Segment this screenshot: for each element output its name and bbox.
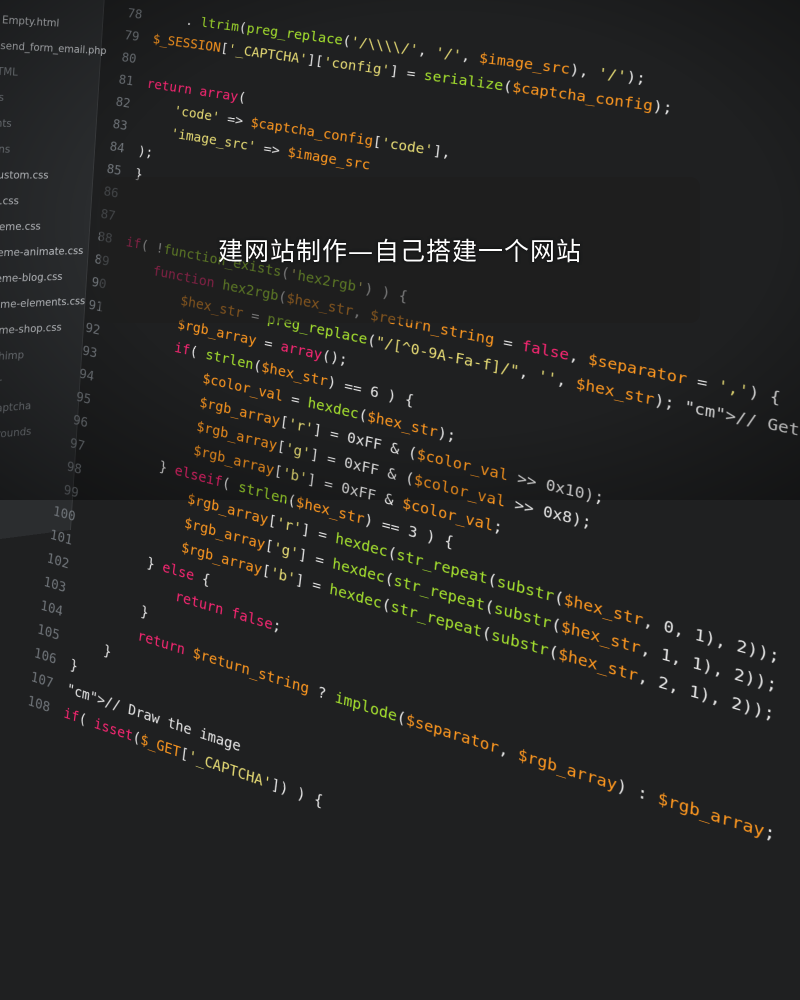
sidebar-file-item[interactable]: send_form_email.php	[0, 39, 107, 57]
title-banner: 建网站制作—自己搭建一个网站	[100, 177, 700, 323]
code-text: }	[69, 655, 79, 675]
sidebar-file-item[interactable]: php-captcha	[0, 399, 32, 417]
code-editor: 78 . ltrim(preg_replace('/\\\\/', '/', $…	[27, 0, 800, 853]
sidebar-file-item[interactable]: backgrounds	[0, 425, 32, 444]
sidebar-file-item[interactable]: Empty.html	[2, 13, 60, 29]
sidebar-file-item[interactable]: HTML	[0, 65, 18, 79]
sidebar-file-item[interactable]: theme.css	[0, 220, 41, 234]
sidebar-file-item[interactable]: theme-blog.css	[0, 270, 63, 286]
sidebar-file-item[interactable]: skins	[0, 142, 11, 155]
code-line: 108 if( isset($_GET['_CAPTCHA']) ) {	[15, 685, 324, 815]
sidebar-file-item[interactable]: mailer	[0, 376, 2, 391]
sidebar-file-item[interactable]: mailchimp	[0, 348, 24, 364]
code-text: );	[137, 142, 155, 161]
sidebar-file-item[interactable]: fonts	[0, 116, 12, 130]
sidebar-file-item[interactable]: theme-animate.css	[0, 244, 84, 259]
sidebar-file-item[interactable]: custom.css	[0, 169, 49, 182]
sidebar-file-item[interactable]: theme-shop.css	[0, 321, 62, 338]
sidebar-file-item[interactable]: css	[0, 90, 4, 103]
sidebar-file-item[interactable]: ie.css	[0, 194, 19, 207]
page-title: 建网站制作—自己搭建一个网站	[217, 237, 582, 266]
